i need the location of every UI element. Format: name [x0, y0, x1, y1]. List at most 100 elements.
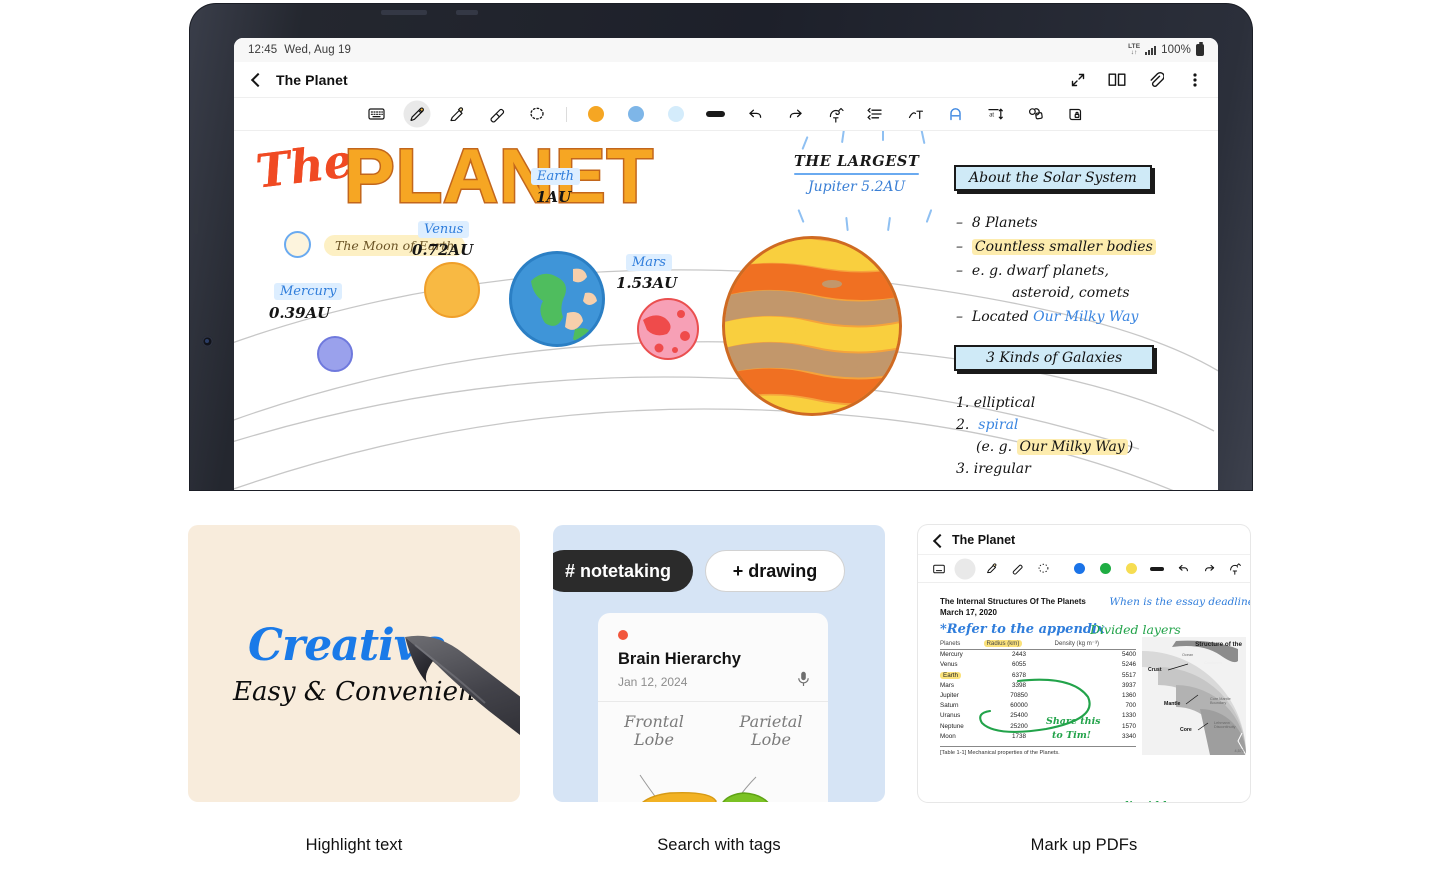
app-header: The Planet — [234, 62, 1218, 98]
planet-distance-venus: 0.72AU — [412, 241, 474, 259]
planet-distance-earth: 1AU — [536, 188, 572, 206]
structure-label-crust: Crust — [1148, 667, 1162, 673]
panel1-item-4: asteroid, comets — [1012, 285, 1130, 301]
shape-icon[interactable] — [1016, 100, 1056, 128]
book-view-icon[interactable] — [1108, 71, 1126, 89]
color-swatch-orange[interactable] — [576, 100, 616, 128]
straighten-text-icon[interactable] — [896, 100, 936, 128]
toolbar-divider — [565, 106, 567, 122]
tablet-screen: 12:45 Wed, Aug 19 LTE↓↑ 100% The Planet — [234, 38, 1218, 490]
pdf-annotation-essay-deadline: When is the essay deadline — [1109, 596, 1250, 608]
pdf-highlighter-icon[interactable] — [978, 558, 1004, 580]
keyboard-icon[interactable] — [357, 100, 397, 128]
table-row: Uranus 25400 1330 — [940, 712, 1136, 720]
tag-chip-notetaking[interactable]: # notetaking — [553, 550, 693, 592]
ai-assist-icon[interactable] — [936, 100, 976, 128]
pdf-redo-icon[interactable] — [1196, 558, 1222, 580]
mars-surface — [643, 310, 690, 353]
card-caption-markup-pdfs: Mark up PDFs — [1030, 836, 1138, 854]
pdf-eraser-icon[interactable] — [1004, 558, 1030, 580]
table-row: Neptune 25200 1570 — [940, 722, 1136, 730]
front-camera — [202, 336, 213, 347]
lock-note-icon[interactable] — [1056, 100, 1096, 128]
svg-text:at: at — [989, 111, 994, 119]
panel1-item-2: – Countless smaller bodies — [956, 239, 1156, 255]
tablet-device: 12:45 Wed, Aug 19 LTE↓↑ 100% The Planet — [190, 4, 1252, 490]
structure-depth-tick: 4,571 — [1234, 749, 1244, 753]
panel1-item-3: – e. g. dwarf planets, — [956, 263, 1109, 279]
lobe-label-frontal: Frontal Lobe — [624, 712, 684, 749]
panel2-item-2: 2. spiral — [956, 417, 1019, 433]
card-caption-highlight-text: Highlight text — [305, 836, 403, 854]
microphone-icon[interactable] — [797, 671, 810, 687]
planet-mercury — [317, 336, 353, 372]
tablet-top-button-a — [381, 10, 427, 15]
pdf-back-chevron-icon[interactable] — [930, 533, 943, 546]
battery-icon — [1196, 42, 1204, 56]
battery-percent: 100% — [1161, 44, 1191, 56]
panel1-item5-link: Our Milky Way — [1033, 309, 1139, 325]
pdf-lasso-select-icon[interactable] — [1030, 558, 1056, 580]
structure-label-mantle: Mantle — [1164, 701, 1181, 707]
planet-distance-mars: 1.53AU — [616, 274, 678, 292]
pdf-col-radius: Radius (km) — [983, 638, 1055, 650]
pdf-annotation-share-line2: to Tim! — [1052, 730, 1091, 741]
pdf-undo-icon[interactable] — [1170, 558, 1196, 580]
pdf-color-swatch-green[interactable] — [1092, 558, 1118, 580]
lasso-select-icon[interactable] — [517, 100, 557, 128]
pen-thickness-control[interactable] — [696, 100, 736, 128]
color-swatch-lightblue[interactable] — [656, 100, 696, 128]
network-type-icon: LTE ↓↑ — [1128, 42, 1141, 56]
text-align-icon[interactable] — [856, 100, 896, 128]
convert-to-text-icon[interactable] — [816, 100, 856, 128]
pdf-annotation-share-line1: Share this — [1046, 716, 1101, 727]
pdf-text-align-icon[interactable] — [1248, 558, 1250, 580]
structure-faint-label-ocean: Ocean — [1182, 653, 1194, 657]
note-preview-date: Jan 12, 2024 — [618, 675, 688, 689]
expand-icon[interactable] — [1069, 71, 1087, 89]
eraser-icon[interactable] — [477, 100, 517, 128]
tablet-top-button-b — [456, 10, 478, 15]
pdf-convert-to-text-icon[interactable] — [1222, 558, 1248, 580]
drawing-toolbar: at — [234, 98, 1218, 131]
structure-faint-label-lehmann: Lehmann Discontinuity — [1214, 721, 1236, 730]
pdf-toolbar — [918, 555, 1250, 583]
pdf-doc-date: March 17, 2020 — [940, 607, 997, 617]
pdf-app-header: The Planet — [918, 525, 1250, 555]
lobe-label-parietal: Parietal Lobe — [739, 712, 803, 749]
brain-diagram — [639, 774, 769, 802]
pdf-color-swatch-yellow[interactable] — [1118, 558, 1144, 580]
pdf-pen-thickness-control[interactable] — [1144, 558, 1170, 580]
pdf-color-swatch-blue[interactable] — [1066, 558, 1092, 580]
redo-icon[interactable] — [776, 100, 816, 128]
card-search-visual: # notetaking + drawing Brain Hierarchy J… — [553, 525, 885, 802]
card-caption-search-tags: Search with tags — [657, 836, 781, 854]
moon-graphic — [284, 231, 311, 258]
structure-faint-label-cmb: Core Mantle Boundary — [1210, 697, 1231, 706]
pen-icon[interactable] — [397, 100, 437, 128]
undo-icon[interactable] — [736, 100, 776, 128]
highlighter-icon[interactable] — [437, 100, 477, 128]
spacing-icon[interactable]: at — [976, 100, 1016, 128]
back-chevron-icon[interactable] — [248, 72, 264, 88]
note-preview-card[interactable]: Brain Hierarchy Jan 12, 2024 Frontal Lobe… — [598, 613, 828, 802]
attachment-icon[interactable] — [1147, 71, 1165, 89]
structure-label-core: Core — [1180, 727, 1192, 733]
pdf-pen-icon[interactable] — [952, 558, 978, 580]
panel1-item-5: – Located Our Milky Way — [956, 309, 1139, 325]
panel2-item-3: 3. iregular — [956, 461, 1031, 477]
panel2-item-1: 1. elliptical — [956, 395, 1036, 411]
largest-value: Jupiter 5.2AU — [808, 179, 906, 195]
largest-underline — [794, 173, 920, 175]
planet-label-mercury: Mercury — [274, 283, 343, 300]
note-canvas[interactable]: The PLANET THE LARGEST Jupiter 5.2AU The… — [234, 131, 1218, 490]
color-swatch-blue[interactable] — [616, 100, 656, 128]
table-row: Venus 6055 5246 — [940, 661, 1136, 669]
pdf-keyboard-icon[interactable] — [926, 558, 952, 580]
structure-faint-label-continents: Continents — [1204, 661, 1223, 665]
more-options-icon[interactable] — [1186, 71, 1204, 89]
planet-label-mars: Mars — [626, 254, 672, 271]
tag-chip-drawing[interactable]: + drawing — [705, 550, 845, 592]
table-row: Mars 3398 3937 — [940, 681, 1136, 689]
status-bar: 12:45 Wed, Aug 19 LTE ↓↑ 100% — [234, 38, 1218, 62]
